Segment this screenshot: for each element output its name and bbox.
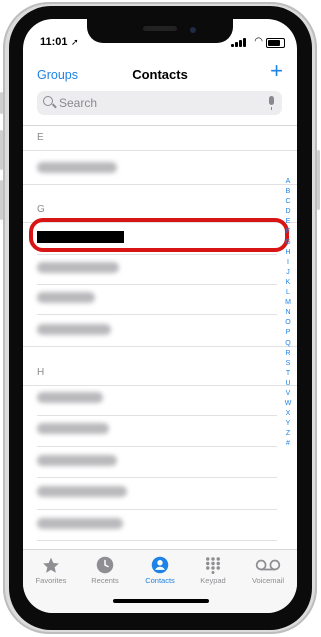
- contact-row[interactable]: [37, 389, 137, 409]
- wifi-icon: ◠: [254, 36, 263, 47]
- side-button: [317, 150, 320, 210]
- index-letter[interactable]: V: [283, 389, 293, 399]
- mute-switch: [0, 92, 3, 114]
- index-letter[interactable]: F: [283, 227, 293, 237]
- row-separator: [37, 540, 277, 541]
- index-letter[interactable]: S: [283, 359, 293, 369]
- index-letter[interactable]: B: [283, 187, 293, 197]
- index-letter[interactable]: Y: [283, 419, 293, 429]
- row-separator: [37, 314, 277, 315]
- home-indicator[interactable]: [113, 599, 209, 603]
- contact-row[interactable]: [37, 452, 137, 472]
- microphone-icon[interactable]: [269, 96, 274, 110]
- section-separator: [23, 184, 297, 185]
- row-separator: [37, 284, 277, 285]
- volume-up-button: [0, 130, 3, 170]
- voicemail-icon: [241, 556, 295, 574]
- tab-label: Recents: [91, 576, 119, 585]
- cellular-signal-icon: [231, 38, 247, 47]
- search-input[interactable]: Search: [37, 91, 282, 115]
- contact-row[interactable]: [37, 515, 137, 535]
- index-letter[interactable]: M: [283, 298, 293, 308]
- index-letter[interactable]: J: [283, 268, 293, 278]
- tab-favorites[interactable]: Favorites: [24, 556, 78, 585]
- section-header-g: G: [37, 204, 45, 215]
- speaker-grille: [143, 26, 177, 31]
- section-separator: [23, 150, 297, 151]
- add-contact-button[interactable]: +: [270, 60, 283, 82]
- index-letter[interactable]: E: [283, 217, 293, 227]
- index-letter[interactable]: Q: [283, 339, 293, 349]
- section-separator: [23, 346, 297, 347]
- contact-row[interactable]: [37, 289, 137, 309]
- index-letter[interactable]: U: [283, 379, 293, 389]
- keypad-icon: [186, 556, 240, 574]
- index-letter[interactable]: K: [283, 278, 293, 288]
- section-separator: [23, 385, 297, 386]
- front-camera: [190, 27, 196, 33]
- contact-row[interactable]: [37, 321, 137, 341]
- navigation-bar: Groups Contacts +: [23, 59, 297, 89]
- index-letter[interactable]: C: [283, 197, 293, 207]
- contact-row[interactable]: [37, 159, 137, 179]
- tab-recents[interactable]: Recents: [78, 556, 132, 585]
- index-letter[interactable]: I: [283, 258, 293, 268]
- status-time: 11:01: [40, 36, 68, 48]
- volume-down-button: [0, 180, 3, 220]
- index-letter[interactable]: R: [283, 349, 293, 359]
- tab-voicemail[interactable]: Voicemail: [241, 556, 295, 585]
- highlight-annotation: [29, 218, 289, 252]
- tab-label: Voicemail: [251, 576, 285, 585]
- index-letter[interactable]: #: [283, 439, 293, 449]
- row-separator: [37, 446, 277, 447]
- index-letter[interactable]: O: [283, 318, 293, 328]
- index-letter[interactable]: H: [283, 248, 293, 258]
- row-separator: [37, 415, 277, 416]
- location-arrow-icon: ➚: [71, 37, 79, 47]
- row-separator: [37, 254, 277, 255]
- page-title: Contacts: [132, 67, 188, 82]
- battery-icon: [266, 38, 285, 48]
- search-placeholder: Search: [59, 96, 98, 110]
- star-icon: [24, 556, 78, 574]
- index-letter[interactable]: T: [283, 369, 293, 379]
- tab-label: Contacts: [145, 576, 175, 585]
- row-separator: [37, 509, 277, 510]
- tab-keypad[interactable]: Keypad: [186, 556, 240, 585]
- index-letter[interactable]: D: [283, 207, 293, 217]
- index-letter[interactable]: W: [283, 399, 293, 409]
- contact-row[interactable]: [37, 259, 137, 279]
- notch: [87, 19, 233, 43]
- clock-icon: [78, 556, 132, 574]
- person-icon: [133, 556, 187, 574]
- section-header-e: E: [37, 132, 44, 143]
- tab-label: Favorites: [35, 576, 67, 585]
- index-letter[interactable]: P: [283, 328, 293, 338]
- index-letter[interactable]: X: [283, 409, 293, 419]
- index-letter[interactable]: N: [283, 308, 293, 318]
- index-letter[interactable]: G: [283, 238, 293, 248]
- index-letter[interactable]: L: [283, 288, 293, 298]
- divider: [23, 125, 297, 126]
- contact-row[interactable]: [37, 483, 137, 503]
- tab-label: Keypad: [200, 576, 226, 585]
- contact-row[interactable]: [37, 420, 137, 440]
- section-header-h: H: [37, 367, 45, 378]
- alphabet-index[interactable]: A B C D E F G H I J K L M N O P Q R S T …: [283, 177, 293, 450]
- screen: 11:01 ➚ ◠ Groups Contacts + Search E G H: [23, 19, 297, 613]
- index-letter[interactable]: A: [283, 177, 293, 187]
- search-icon: [43, 96, 53, 106]
- row-separator: [37, 477, 277, 478]
- index-letter[interactable]: Z: [283, 429, 293, 439]
- tab-contacts[interactable]: Contacts: [133, 556, 187, 585]
- tab-bar: Favorites Recents Contacts Keypad Voicem…: [23, 549, 297, 613]
